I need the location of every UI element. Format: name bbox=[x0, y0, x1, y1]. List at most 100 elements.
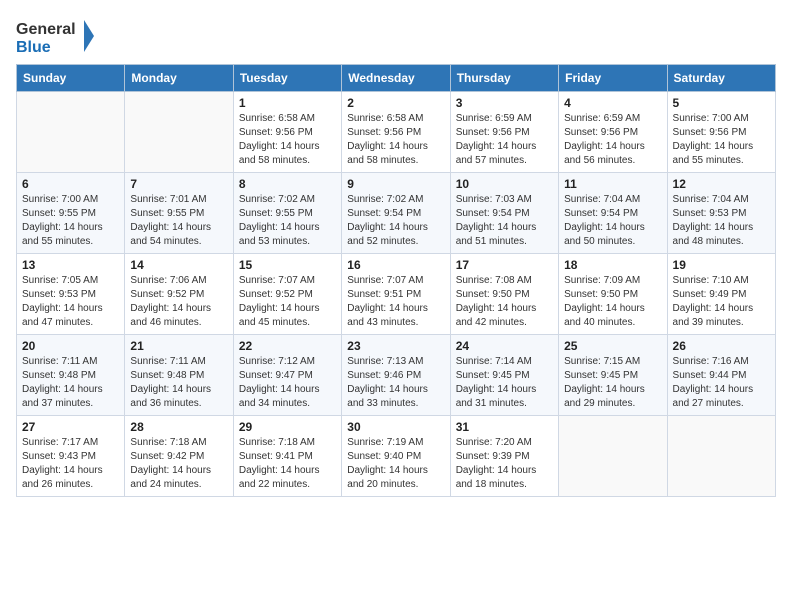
day-number: 19 bbox=[673, 258, 770, 272]
calendar-cell bbox=[559, 416, 667, 497]
calendar-body: 1 Sunrise: 6:58 AMSunset: 9:56 PMDaylight… bbox=[17, 92, 776, 497]
day-number: 5 bbox=[673, 96, 770, 110]
weekday-header-cell: Saturday bbox=[667, 65, 775, 92]
day-info: Sunrise: 7:10 AMSunset: 9:49 PMDaylight:… bbox=[673, 274, 770, 330]
day-info: Sunrise: 7:03 AMSunset: 9:54 PMDaylight:… bbox=[456, 193, 553, 249]
calendar-cell: 19 Sunrise: 7:10 AMSunset: 9:49 PMDayligh… bbox=[667, 254, 775, 335]
calendar-cell: 21Sunrise: 7:11 AMSunset: 9:48 PMDayligh… bbox=[125, 335, 233, 416]
day-info: Sunrise: 7:17 AMSunset: 9:43 PMDaylight:… bbox=[22, 436, 119, 492]
day-info: Sunrise: 7:07 AMSunset: 9:51 PMDaylight:… bbox=[347, 274, 444, 330]
day-number: 24 bbox=[456, 339, 553, 353]
weekday-header-cell: Sunday bbox=[17, 65, 125, 92]
calendar-week-row: 13 Sunrise: 7:05 AMSunset: 9:53 PMDayligh… bbox=[17, 254, 776, 335]
calendar-cell: 14 Sunrise: 7:06 AMSunset: 9:52 PMDayligh… bbox=[125, 254, 233, 335]
calendar-cell: 23 Sunrise: 7:13 AMSunset: 9:46 PMDayligh… bbox=[342, 335, 450, 416]
calendar-cell: 11 Sunrise: 7:04 AMSunset: 9:54 PMDayligh… bbox=[559, 173, 667, 254]
day-number: 3 bbox=[456, 96, 553, 110]
day-info: Sunrise: 7:06 AMSunset: 9:52 PMDaylight:… bbox=[130, 274, 227, 330]
calendar-cell: 18Sunrise: 7:09 AMSunset: 9:50 PMDayligh… bbox=[559, 254, 667, 335]
day-info: Sunrise: 7:07 AMSunset: 9:52 PMDaylight:… bbox=[239, 274, 336, 330]
day-number: 23 bbox=[347, 339, 444, 353]
day-info: Sunrise: 7:04 AMSunset: 9:54 PMDaylight:… bbox=[564, 193, 661, 249]
day-number: 10 bbox=[456, 177, 553, 191]
day-number: 11 bbox=[564, 177, 661, 191]
day-number: 14 bbox=[130, 258, 227, 272]
day-info: Sunrise: 7:05 AMSunset: 9:53 PMDaylight:… bbox=[22, 274, 119, 330]
day-number: 20 bbox=[22, 339, 119, 353]
calendar-cell: 30Sunrise: 7:19 AMSunset: 9:40 PMDayligh… bbox=[342, 416, 450, 497]
day-number: 6 bbox=[22, 177, 119, 191]
calendar-cell: 17 Sunrise: 7:08 AMSunset: 9:50 PMDayligh… bbox=[450, 254, 558, 335]
day-number: 12 bbox=[673, 177, 770, 191]
day-number: 1 bbox=[239, 96, 336, 110]
day-number: 7 bbox=[130, 177, 227, 191]
day-info: Sunrise: 7:12 AMSunset: 9:47 PMDaylight:… bbox=[239, 355, 336, 411]
calendar-cell bbox=[667, 416, 775, 497]
day-number: 29 bbox=[239, 420, 336, 434]
weekday-header-cell: Friday bbox=[559, 65, 667, 92]
day-info: Sunrise: 7:20 AMSunset: 9:39 PMDaylight:… bbox=[456, 436, 553, 492]
calendar-cell: 10 Sunrise: 7:03 AMSunset: 9:54 PMDayligh… bbox=[450, 173, 558, 254]
logo: GeneralBlue bbox=[16, 16, 96, 56]
day-info: Sunrise: 7:11 AMSunset: 9:48 PMDaylight:… bbox=[22, 355, 119, 411]
day-info: Sunrise: 7:02 AMSunset: 9:55 PMDaylight:… bbox=[239, 193, 336, 249]
day-info: Sunrise: 7:02 AMSunset: 9:54 PMDaylight:… bbox=[347, 193, 444, 249]
day-number: 13 bbox=[22, 258, 119, 272]
svg-text:General: General bbox=[16, 21, 76, 38]
header: GeneralBlue bbox=[16, 16, 776, 56]
calendar-cell: 13 Sunrise: 7:05 AMSunset: 9:53 PMDayligh… bbox=[17, 254, 125, 335]
calendar-cell: 4 Sunrise: 6:59 AMSunset: 9:56 PMDaylight… bbox=[559, 92, 667, 173]
weekday-header-cell: Thursday bbox=[450, 65, 558, 92]
day-info: Sunrise: 7:00 AMSunset: 9:56 PMDaylight:… bbox=[673, 112, 770, 168]
calendar-cell: 12 Sunrise: 7:04 AMSunset: 9:53 PMDayligh… bbox=[667, 173, 775, 254]
calendar-table: SundayMondayTuesdayWednesdayThursdayFrid… bbox=[16, 64, 776, 497]
day-number: 2 bbox=[347, 96, 444, 110]
day-info: Sunrise: 6:59 AMSunset: 9:56 PMDaylight:… bbox=[456, 112, 553, 168]
day-number: 4 bbox=[564, 96, 661, 110]
day-info: Sunrise: 7:15 AMSunset: 9:45 PMDaylight:… bbox=[564, 355, 661, 411]
day-info: Sunrise: 7:08 AMSunset: 9:50 PMDaylight:… bbox=[456, 274, 553, 330]
calendar-cell: 15 Sunrise: 7:07 AMSunset: 9:52 PMDayligh… bbox=[233, 254, 341, 335]
day-number: 15 bbox=[239, 258, 336, 272]
day-number: 30 bbox=[347, 420, 444, 434]
calendar-cell: 24 Sunrise: 7:14 AMSunset: 9:45 PMDayligh… bbox=[450, 335, 558, 416]
day-number: 25 bbox=[564, 339, 661, 353]
day-info: Sunrise: 7:18 AMSunset: 9:42 PMDaylight:… bbox=[130, 436, 227, 492]
calendar-week-row: 6 Sunrise: 7:00 AMSunset: 9:55 PMDaylight… bbox=[17, 173, 776, 254]
weekday-header-cell: Tuesday bbox=[233, 65, 341, 92]
day-info: Sunrise: 7:13 AMSunset: 9:46 PMDaylight:… bbox=[347, 355, 444, 411]
day-info: Sunrise: 7:18 AMSunset: 9:41 PMDaylight:… bbox=[239, 436, 336, 492]
day-info: Sunrise: 7:14 AMSunset: 9:45 PMDaylight:… bbox=[456, 355, 553, 411]
day-info: Sunrise: 6:58 AMSunset: 9:56 PMDaylight:… bbox=[239, 112, 336, 168]
day-info: Sunrise: 7:00 AMSunset: 9:55 PMDaylight:… bbox=[22, 193, 119, 249]
calendar-week-row: 1 Sunrise: 6:58 AMSunset: 9:56 PMDaylight… bbox=[17, 92, 776, 173]
calendar-cell: 2Sunrise: 6:58 AMSunset: 9:56 PMDaylight… bbox=[342, 92, 450, 173]
weekday-header-cell: Wednesday bbox=[342, 65, 450, 92]
calendar-cell bbox=[17, 92, 125, 173]
day-number: 8 bbox=[239, 177, 336, 191]
calendar-cell: 29 Sunrise: 7:18 AMSunset: 9:41 PMDayligh… bbox=[233, 416, 341, 497]
weekday-header-row: SundayMondayTuesdayWednesdayThursdayFrid… bbox=[17, 65, 776, 92]
day-info: Sunrise: 7:04 AMSunset: 9:53 PMDaylight:… bbox=[673, 193, 770, 249]
calendar-cell: 6 Sunrise: 7:00 AMSunset: 9:55 PMDaylight… bbox=[17, 173, 125, 254]
day-number: 21 bbox=[130, 339, 227, 353]
calendar-cell: 31 Sunrise: 7:20 AMSunset: 9:39 PMDayligh… bbox=[450, 416, 558, 497]
day-number: 26 bbox=[673, 339, 770, 353]
day-info: Sunrise: 7:09 AMSunset: 9:50 PMDaylight:… bbox=[564, 274, 661, 330]
calendar-cell: 26Sunrise: 7:16 AMSunset: 9:44 PMDayligh… bbox=[667, 335, 775, 416]
day-number: 16 bbox=[347, 258, 444, 272]
day-info: Sunrise: 6:59 AMSunset: 9:56 PMDaylight:… bbox=[564, 112, 661, 168]
calendar-cell: 28 Sunrise: 7:18 AMSunset: 9:42 PMDayligh… bbox=[125, 416, 233, 497]
day-number: 31 bbox=[456, 420, 553, 434]
day-number: 28 bbox=[130, 420, 227, 434]
day-info: Sunrise: 7:01 AMSunset: 9:55 PMDaylight:… bbox=[130, 193, 227, 249]
day-number: 22 bbox=[239, 339, 336, 353]
calendar-cell: 25 Sunrise: 7:15 AMSunset: 9:45 PMDayligh… bbox=[559, 335, 667, 416]
calendar-week-row: 20 Sunrise: 7:11 AMSunset: 9:48 PMDayligh… bbox=[17, 335, 776, 416]
calendar-cell: 1 Sunrise: 6:58 AMSunset: 9:56 PMDaylight… bbox=[233, 92, 341, 173]
day-number: 27 bbox=[22, 420, 119, 434]
calendar-cell bbox=[125, 92, 233, 173]
logo-svg: GeneralBlue bbox=[16, 16, 96, 56]
calendar-header: SundayMondayTuesdayWednesdayThursdayFrid… bbox=[17, 65, 776, 92]
day-number: 17 bbox=[456, 258, 553, 272]
